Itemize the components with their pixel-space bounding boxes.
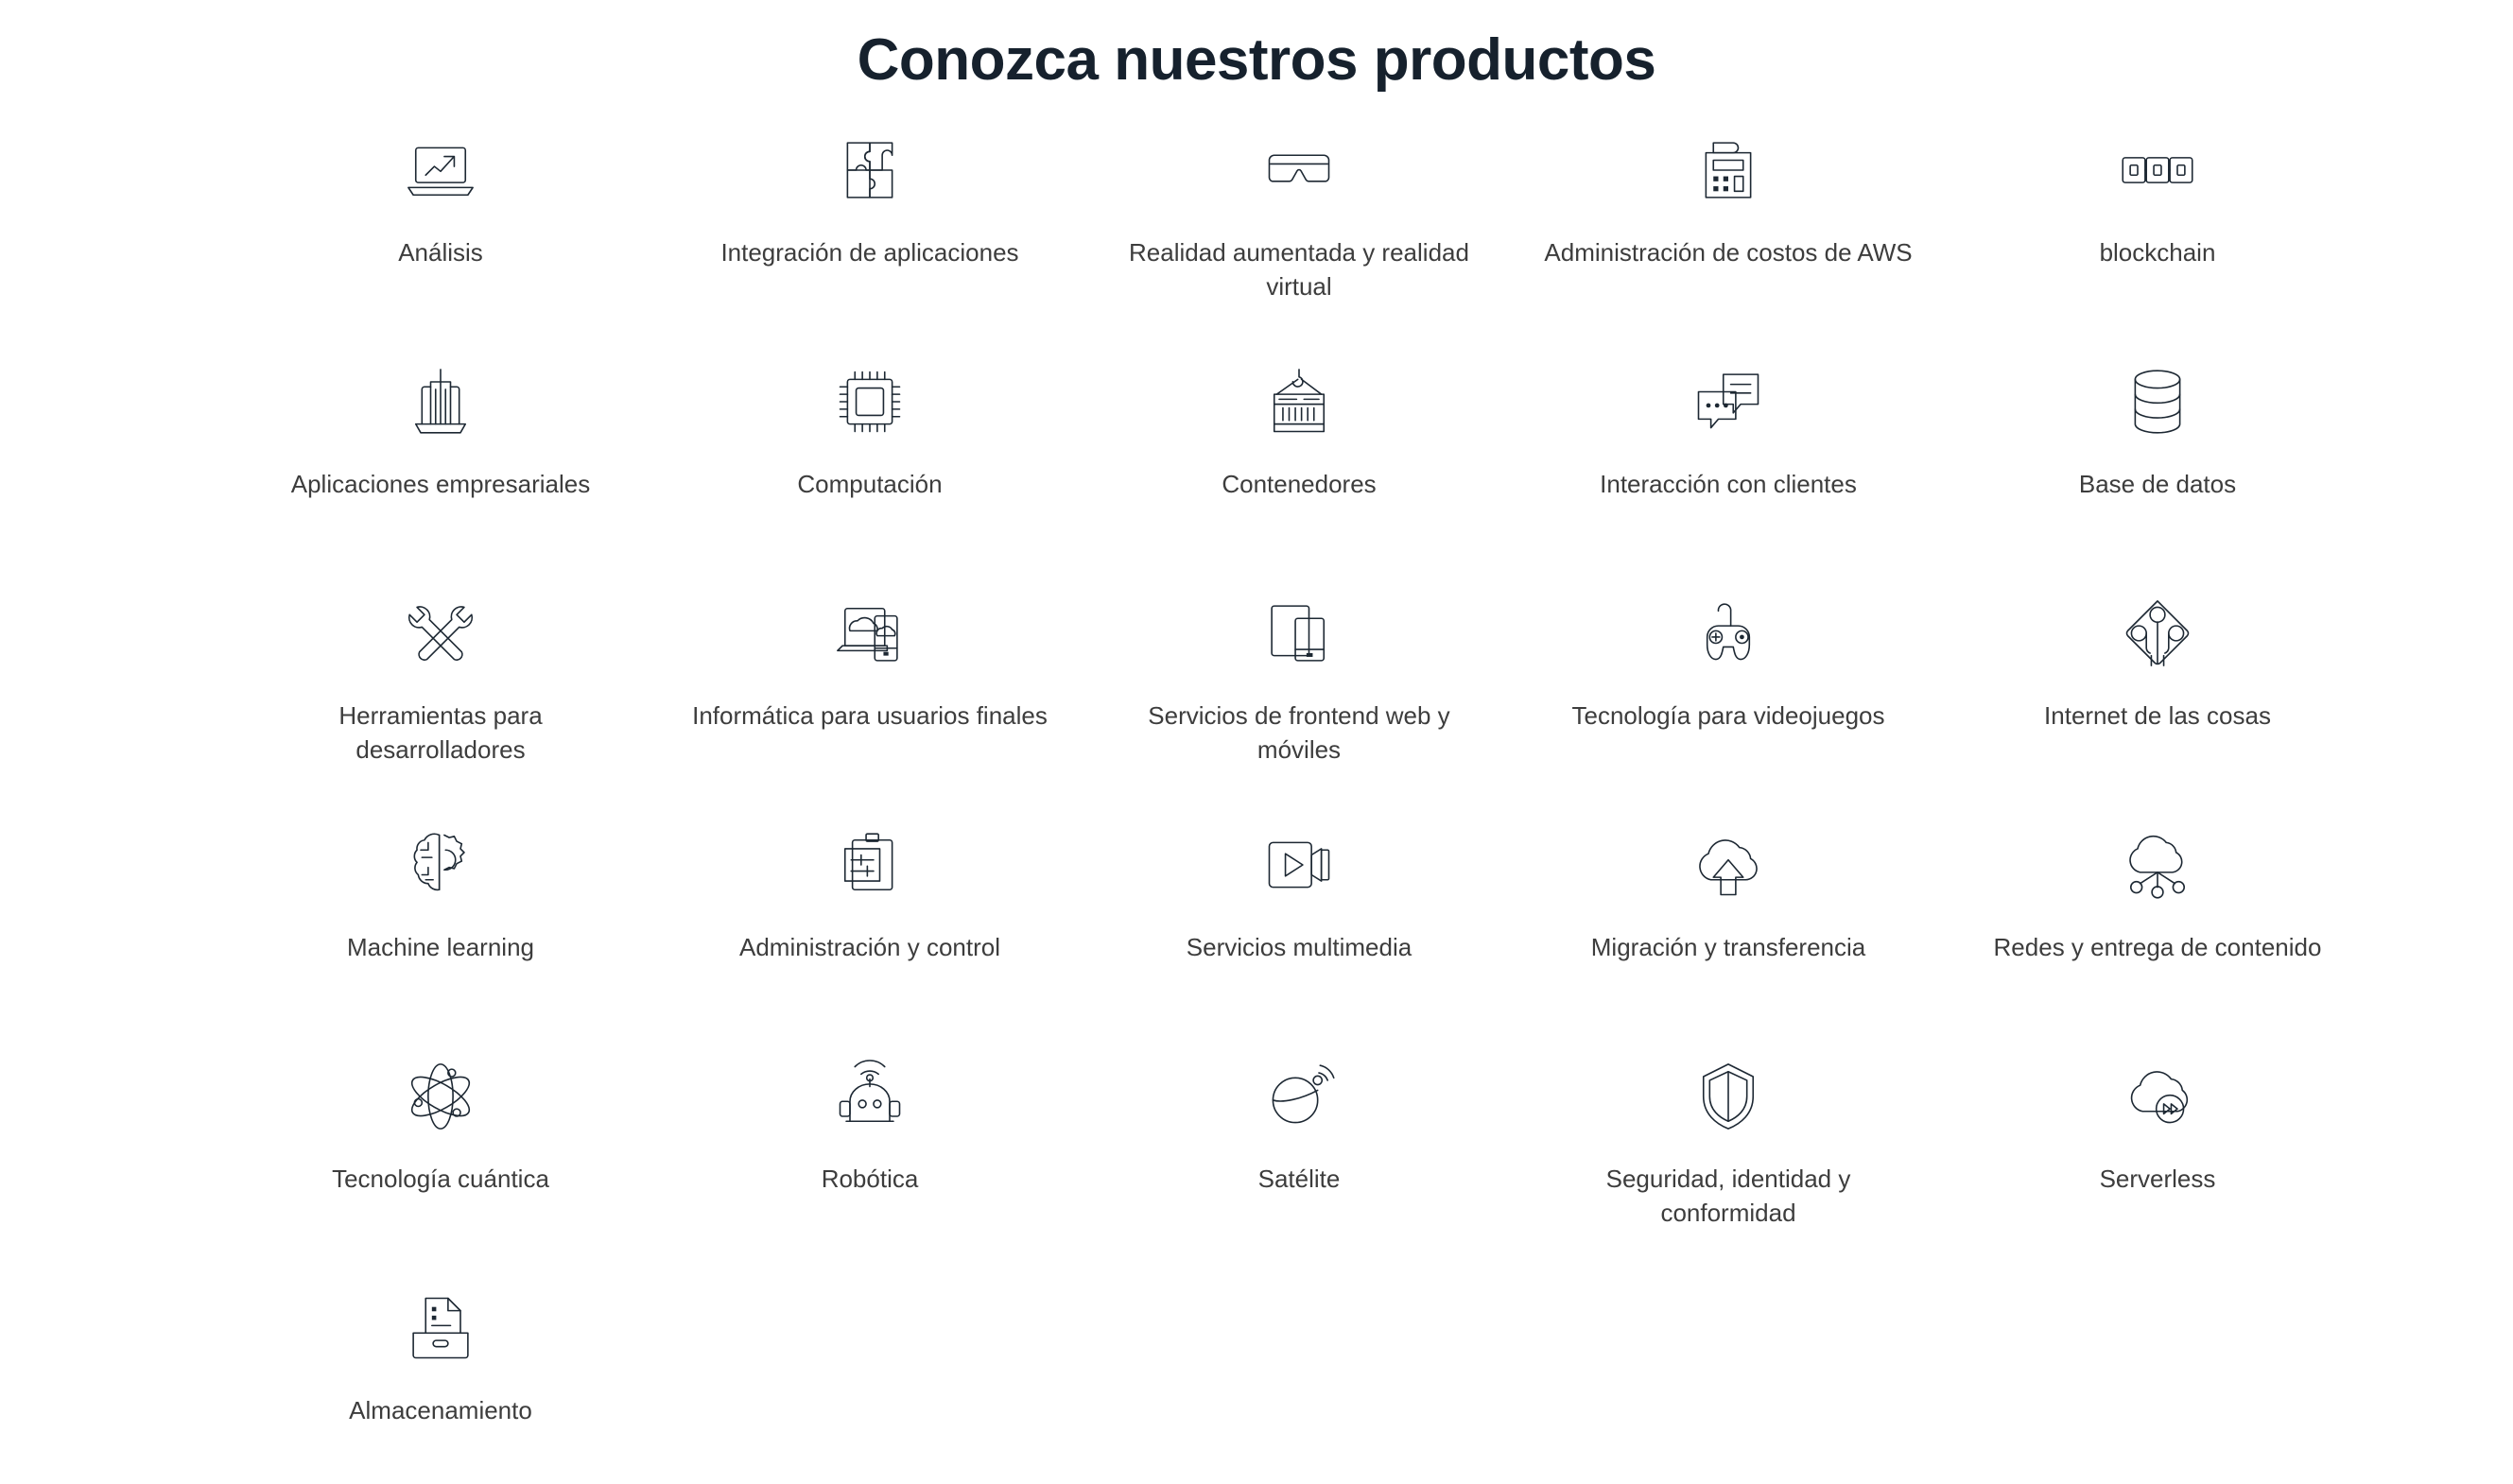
laptop-chart-icon xyxy=(395,125,486,216)
product-label: Migración y transferencia xyxy=(1590,933,1866,962)
product-label: Servicios multimedia xyxy=(1186,933,1412,962)
product-label: Base de datos xyxy=(2078,470,2237,499)
product-label: Redes y entrega de contenido xyxy=(1993,933,2322,962)
product-label: Robótica xyxy=(821,1165,919,1194)
video-camera-play-icon xyxy=(1254,820,1344,910)
product-tile-interaccion-con-clientes[interactable]: Interacción con clientes xyxy=(1514,356,1943,588)
product-label: Interacción con clientes xyxy=(1600,470,1857,499)
product-tile-analisis[interactable]: Análisis xyxy=(226,125,655,356)
product-tile-aplicaciones-empresariales[interactable]: Aplicaciones empresariales xyxy=(226,356,655,588)
product-tile-machine-learning[interactable]: Machine learning xyxy=(226,820,655,1051)
product-label: Aplicaciones empresariales xyxy=(290,470,591,499)
vr-goggles-icon xyxy=(1254,125,1344,216)
cpu-chip-icon xyxy=(824,356,915,447)
product-label: Servicios de frontend web y móviles xyxy=(1148,701,1450,765)
clipboard-sliders-icon xyxy=(824,820,915,910)
product-tile-internet-de-las-cosas[interactable]: Internet de las cosas xyxy=(1943,588,2372,820)
cloud-network-icon xyxy=(2112,820,2203,910)
product-label: Herramientas para desarrolladores xyxy=(338,701,543,765)
product-tile-administracion-y-control[interactable]: Administración y control xyxy=(655,820,1084,1051)
product-tile-informatica-usuarios-finales[interactable]: Informática para usuarios finales xyxy=(655,588,1084,820)
product-tile-seguridad-identidad-conformidad[interactable]: Seguridad, identidad y conformidad xyxy=(1514,1051,1943,1283)
product-label: Realidad aumentada y realidad virtual xyxy=(1129,238,1469,302)
product-tile-contenedores[interactable]: Contenedores xyxy=(1084,356,1514,588)
shipping-container-icon xyxy=(1254,356,1344,447)
product-tile-administracion-de-costos-aws[interactable]: Administración de costos de AWS xyxy=(1514,125,1943,356)
puzzle-icon xyxy=(824,125,915,216)
product-label: Internet de las cosas xyxy=(2044,701,2271,731)
product-tile-tecnologia-cuantica[interactable]: Tecnología cuántica xyxy=(226,1051,655,1283)
product-label: Tecnología para videojuegos xyxy=(1571,701,1885,731)
robot-head-icon xyxy=(824,1051,915,1142)
brain-gear-icon xyxy=(395,820,486,910)
product-label: Computación xyxy=(797,470,943,499)
product-label: Administración de costos de AWS xyxy=(1544,238,1913,267)
product-tile-videojuegos[interactable]: Tecnología para videojuegos xyxy=(1514,588,1943,820)
laptop-phone-cloud-icon xyxy=(824,588,915,679)
product-label: Seguridad, identidad y conformidad xyxy=(1605,1165,1851,1228)
page-title: Conozca nuestros productos xyxy=(857,27,1656,93)
satellite-planet-icon xyxy=(1254,1051,1344,1142)
product-grid: Análisis Integración de aplicaciones Rea… xyxy=(141,93,2372,1484)
chat-bubbles-icon xyxy=(1683,356,1774,447)
cloud-upload-arrow-icon xyxy=(1683,820,1774,910)
gamepad-icon xyxy=(1683,588,1774,679)
product-label: Análisis xyxy=(398,238,483,267)
product-tile-herramientas-desarrolladores[interactable]: Herramientas para desarrolladores xyxy=(226,588,655,820)
database-cylinder-icon xyxy=(2112,356,2203,447)
chain-blocks-icon xyxy=(2112,125,2203,216)
product-tile-migracion-y-transferencia[interactable]: Migración y transferencia xyxy=(1514,820,1943,1051)
iot-nodes-icon xyxy=(2112,588,2203,679)
product-label: Almacenamiento xyxy=(349,1396,532,1425)
wrench-screwdriver-icon xyxy=(395,588,486,679)
product-label: Contenedores xyxy=(1222,470,1377,499)
product-tile-serverless[interactable]: Serverless xyxy=(1943,1051,2372,1283)
product-label: blockchain xyxy=(2099,238,2216,267)
atom-icon xyxy=(395,1051,486,1142)
product-label: Satélite xyxy=(1257,1165,1341,1194)
product-tile-satelite[interactable]: Satélite xyxy=(1084,1051,1514,1283)
product-tile-redes-entrega-contenido[interactable]: Redes y entrega de contenido xyxy=(1943,820,2372,1051)
product-label: Informática para usuarios finales xyxy=(692,701,1048,731)
product-label: Serverless xyxy=(2099,1165,2216,1194)
cloud-fastforward-icon xyxy=(2112,1051,2203,1142)
products-page: Conozca nuestros productos Análisis Inte… xyxy=(0,0,2513,1484)
product-tile-almacenamiento[interactable]: Almacenamiento xyxy=(226,1283,655,1484)
calculator-receipt-icon xyxy=(1683,125,1774,216)
product-tile-integracion-de-aplicaciones[interactable]: Integración de aplicaciones xyxy=(655,125,1084,356)
product-tile-blockchain[interactable]: blockchain xyxy=(1943,125,2372,356)
product-tile-robotica[interactable]: Robótica xyxy=(655,1051,1084,1283)
product-tile-computacion[interactable]: Computación xyxy=(655,356,1084,588)
product-tile-servicios-multimedia[interactable]: Servicios multimedia xyxy=(1084,820,1514,1051)
product-label: Machine learning xyxy=(346,933,534,962)
product-tile-base-de-datos[interactable]: Base de datos xyxy=(1943,356,2372,588)
product-label: Administración y control xyxy=(739,933,1000,962)
shield-icon xyxy=(1683,1051,1774,1142)
product-label: Integración de aplicaciones xyxy=(720,238,1019,267)
product-label: Tecnología cuántica xyxy=(332,1165,549,1194)
product-tile-frontend-web-moviles[interactable]: Servicios de frontend web y móviles xyxy=(1084,588,1514,820)
skyscraper-icon xyxy=(395,356,486,447)
product-tile-realidad-aumentada[interactable]: Realidad aumentada y realidad virtual xyxy=(1084,125,1514,356)
file-drawer-icon xyxy=(395,1283,486,1373)
tablet-phone-icon xyxy=(1254,588,1344,679)
